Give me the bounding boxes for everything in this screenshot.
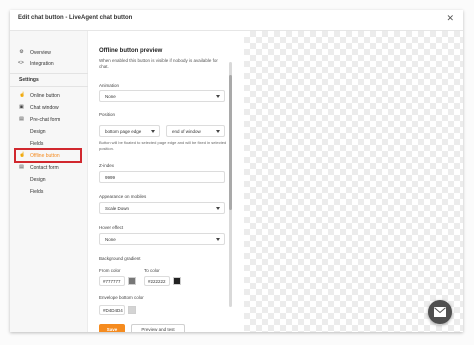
sidebar-item-label: Online button <box>30 92 60 99</box>
position-place-select[interactable]: end of window <box>166 125 225 137</box>
position-edge-value: bottom page edge <box>105 129 142 134</box>
to-color-label: To color <box>144 268 160 273</box>
animation-label: Animation <box>99 83 120 88</box>
sidebar-item-label: Chat window <box>30 104 59 111</box>
from-color-input[interactable]: #777777 <box>99 276 125 286</box>
form-icon: ▤ <box>19 116 24 122</box>
animation-value: None <box>105 94 116 99</box>
sidebar-item-contact-design[interactable]: Design <box>10 174 88 185</box>
sidebar-item-pre-chat-design[interactable]: Design <box>10 126 88 137</box>
sidebar-item-contact-fields[interactable]: Fields <box>10 186 88 197</box>
animation-select[interactable]: None <box>99 90 225 102</box>
appearance-mobiles-value: Scale Down <box>105 206 130 211</box>
appearance-mobiles-label: Appearance on mobiles <box>99 194 147 199</box>
chevron-down-icon <box>216 238 220 241</box>
sidebar-item-online-button[interactable]: ☝ Online button <box>10 90 88 101</box>
chevron-down-icon <box>216 207 220 210</box>
sidebar-item-pre-chat-form[interactable]: ▤ Pre-chat form <box>10 114 88 125</box>
save-button[interactable]: Save <box>99 324 125 332</box>
zindex-value: 9999 <box>105 175 116 180</box>
button-preview-area <box>244 31 463 332</box>
page-title: Offline button preview <box>99 48 163 54</box>
chevron-down-icon <box>151 130 155 133</box>
zindex-label: Z-index <box>99 163 115 168</box>
sidebar-divider <box>10 73 88 74</box>
position-edge-select[interactable]: bottom page edge <box>99 125 160 137</box>
position-place-value: end of window <box>172 129 201 134</box>
to-color-swatch[interactable] <box>173 277 181 285</box>
chevron-down-icon <box>216 95 220 98</box>
code-icon: <> <box>18 60 24 66</box>
settings-content: Offline button preview When enabled this… <box>89 31 240 332</box>
envelope-icon <box>434 307 446 317</box>
from-color-value: #777777 <box>103 279 121 284</box>
envelope-bottom-color-label: Envelope bottom color <box>99 295 144 300</box>
envelope-bottom-color-input[interactable]: #D4D4D4 <box>99 305 125 315</box>
edit-chat-button-dialog: Edit chat button - LiveAgent chat button… <box>10 10 463 332</box>
position-help-text: Button will be floated to selected page … <box>99 140 227 151</box>
sidebar-item-label: Pre-chat form <box>30 116 61 123</box>
sidebar-divider <box>10 86 88 87</box>
sidebar-item-label: Fields <box>30 140 44 147</box>
appearance-mobiles-select[interactable]: Scale Down <box>99 202 225 214</box>
envelope-bottom-color-value: #D4D4D4 <box>103 308 123 313</box>
from-color-label: From color <box>99 268 121 273</box>
section-description: When enabled this button is visible if n… <box>99 58 218 69</box>
sidebar-item-label: Fields <box>30 188 44 195</box>
sidebar-item-label: Design <box>30 128 46 135</box>
close-icon[interactable]: ✕ <box>446 13 454 24</box>
background-gradient-label: Background gradient <box>99 256 141 261</box>
from-color-swatch[interactable] <box>128 277 136 285</box>
hover-effect-value: None <box>105 237 116 242</box>
window-icon: ▣ <box>19 104 24 110</box>
sidebar-item-integration[interactable]: <> Integration <box>10 58 88 69</box>
sidebar-item-chat-window[interactable]: ▣ Chat window <box>10 102 88 113</box>
hover-effect-label: Hover effect <box>99 225 124 230</box>
sidebar-item-label: Integration <box>30 60 54 67</box>
modal-header: Edit chat button - LiveAgent chat button… <box>10 10 463 31</box>
hover-effect-select[interactable]: None <box>99 233 225 245</box>
position-label: Position <box>99 112 116 117</box>
sidebar-item-label: Overview <box>30 49 51 56</box>
modal-title: Edit chat button - LiveAgent chat button <box>18 15 133 21</box>
settings-heading: Settings <box>19 77 39 83</box>
gear-icon: ⚙ <box>19 49 24 55</box>
chevron-down-icon <box>216 130 220 133</box>
to-color-value: #222222 <box>148 279 166 284</box>
sidebar-item-label: Contact form <box>30 164 59 171</box>
form-icon: ▤ <box>19 164 24 170</box>
highlight-annotation <box>14 148 82 163</box>
zindex-input[interactable]: 9999 <box>99 171 225 183</box>
sidebar: ⚙ Overview <> Integration Settings ☝ Onl… <box>10 31 88 332</box>
to-color-input[interactable]: #222222 <box>144 276 170 286</box>
preview-and-test-button[interactable]: Preview and test <box>131 324 185 332</box>
hand-icon: ☝ <box>19 92 26 98</box>
envelope-bottom-color-swatch[interactable] <box>128 306 136 314</box>
scrollbar-thumb[interactable] <box>229 75 232 210</box>
offline-button-preview[interactable] <box>428 300 452 324</box>
sidebar-item-overview[interactable]: ⚙ Overview <box>10 47 88 58</box>
sidebar-item-contact-form[interactable]: ▤ Contact form <box>10 162 88 173</box>
sidebar-item-label: Design <box>30 176 46 183</box>
